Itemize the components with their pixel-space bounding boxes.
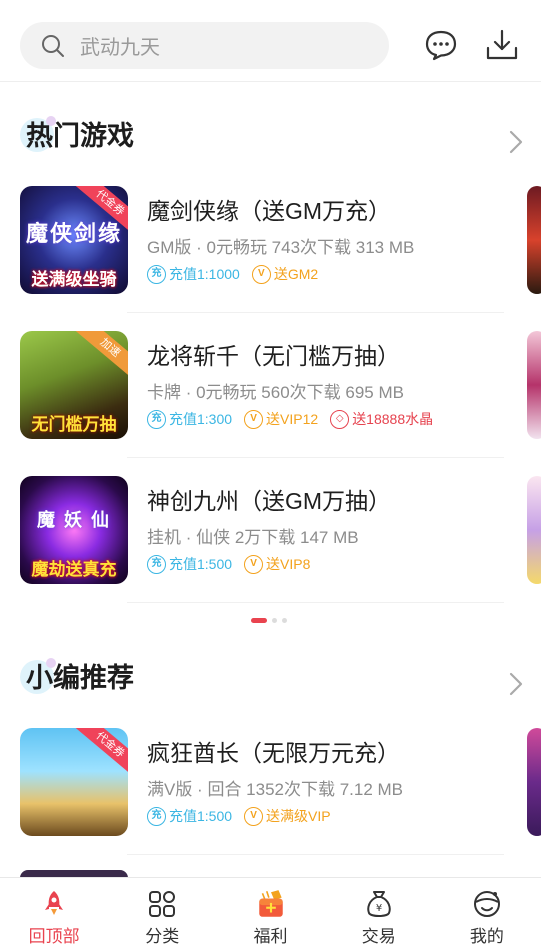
tag-text: 送VIP12 — [266, 411, 319, 427]
game-name: 魔剑侠缘（送GM万充） — [147, 198, 392, 224]
tag-text: 充值1:500 — [169, 808, 233, 824]
vip-icon: V — [244, 409, 264, 429]
section-title-text: 热门游戏 — [26, 121, 134, 151]
section-title-editor-picks: 小编推荐 — [20, 658, 134, 698]
download-icon[interactable] — [485, 28, 519, 62]
profile-icon — [473, 891, 500, 917]
next-game-peek[interactable] — [527, 476, 541, 584]
game-thumbnail: 魔侠剑缘 代金券 送满级坐骑 — [20, 186, 128, 294]
game-tags: 充充值1:500 V 送满级VIP — [147, 806, 343, 826]
nav-item-back-to-top[interactable]: 回顶部 — [0, 878, 108, 949]
recharge-tag: 充充值1:1000 — [147, 264, 240, 284]
nav-label: 分类 — [145, 927, 180, 946]
search-input[interactable]: 武动九天 — [20, 22, 389, 69]
game-thumbnail: 代金券 — [20, 728, 128, 836]
nav-label: 回顶部 — [28, 927, 80, 946]
nav-label: 我的 — [469, 927, 504, 946]
game-thumbnail: 魔 妖 仙 魔劫送真充 — [20, 476, 128, 584]
chevron-right-icon[interactable] — [507, 127, 525, 157]
divider — [127, 602, 504, 603]
search-placeholder: 武动九天 — [80, 37, 160, 59]
search-icon — [42, 34, 64, 57]
bottom-nav: 回顶部 分类 福利 ¥ 交易 我的 — [0, 877, 541, 949]
vip-icon: V — [244, 806, 264, 826]
thumbnail-caption: 送满级坐骑 — [31, 270, 117, 289]
game-item-fengkuangqiuzhang[interactable]: 代金券 疯狂酋长（无限万元充） 满V版 · 回合 1352次下载 7.12 MB… — [20, 728, 504, 838]
vip-tag: V 送满级VIP — [244, 806, 331, 826]
chevron-right-icon[interactable] — [507, 669, 525, 699]
nav-label: 福利 — [253, 927, 288, 946]
section-title-text: 小编推荐 — [26, 663, 134, 693]
svg-text:¥: ¥ — [376, 903, 382, 914]
game-meta: 满V版 · 回合 1352次下载 7.12 MB — [147, 780, 404, 799]
tag-text: 充值1:1000 — [169, 266, 240, 282]
vip-icon: V — [244, 554, 264, 574]
nav-item-category[interactable]: 分类 — [108, 878, 216, 949]
nav-label: 交易 — [361, 927, 396, 946]
game-item-longjiangzhanqian[interactable]: 加速 无门槛万抽 龙将斩千（无门槛万抽） 卡牌 · 0元畅玩 560次下载 69… — [20, 331, 504, 441]
next-game-peek[interactable] — [527, 728, 541, 836]
thumbnail-title: 魔 妖 仙 — [36, 510, 111, 530]
message-icon[interactable] — [424, 28, 458, 62]
nav-item-mine[interactable]: 我的 — [433, 878, 541, 949]
top-bar: 武动九天 — [0, 0, 541, 82]
pager-dot[interactable] — [282, 618, 287, 623]
game-name: 龙将斩千（无门槛万抽） — [147, 343, 400, 369]
next-game-peek[interactable] — [527, 331, 541, 439]
next-game-peek[interactable] — [527, 186, 541, 294]
speed-ribbon: 加速 — [73, 331, 128, 381]
game-item-mojianxiayuan[interactable]: 魔侠剑缘 代金券 送满级坐骑 魔剑侠缘（送GM万充） GM版 · 0元畅玩 74… — [20, 186, 504, 296]
section-title-hot-games: 热门游戏 — [20, 116, 134, 156]
game-name: 神创九州（送GM万抽） — [147, 488, 392, 514]
recharge-tag: 充充值1:300 — [147, 409, 232, 429]
game-meta: 卡牌 · 0元畅玩 560次下载 695 MB — [147, 383, 404, 402]
voucher-ribbon: 代金券 — [73, 728, 128, 778]
tag-text: 送GM2 — [273, 266, 319, 282]
vip-tag: V 送VIP8 — [244, 554, 310, 574]
gift-icon — [258, 890, 283, 917]
vip-tag: V 送GM2 — [251, 264, 319, 284]
game-tags: 充充值1:1000 V 送GM2 — [147, 264, 330, 284]
crystal-tag: ◇ 送18888水晶 — [330, 409, 433, 429]
game-meta: GM版 · 0元畅玩 743次下载 313 MB — [147, 238, 415, 257]
tag-text: 送VIP8 — [266, 556, 311, 572]
nav-item-trade[interactable]: ¥ 交易 — [325, 878, 433, 949]
game-name: 疯狂酋长（无限万元充） — [147, 740, 400, 766]
tag-text: 送18888水晶 — [352, 411, 434, 427]
vip-tag: V 送VIP12 — [244, 409, 318, 429]
recharge-tag: 充充值1:500 — [147, 554, 232, 574]
game-item-shenchuangjiuzhou[interactable]: 魔 妖 仙 魔劫送真充 神创九州（送GM万抽） 挂机 · 仙侠 2万下载 147… — [20, 476, 504, 586]
thumbnail-caption: 无门槛万抽 — [31, 415, 117, 434]
recharge-icon: 充 — [147, 409, 166, 429]
vip-icon: V — [251, 264, 271, 284]
pager-dot-active[interactable] — [251, 618, 267, 623]
divider — [127, 854, 504, 855]
grid-icon — [149, 891, 176, 917]
game-tags: 充充值1:300 V 送VIP12 ◇ 送18888水晶 — [147, 409, 445, 429]
game-meta: 挂机 · 仙侠 2万下载 147 MB — [147, 528, 359, 547]
pager-dot[interactable] — [272, 618, 277, 623]
carousel-pager — [251, 618, 292, 623]
recharge-icon: 充 — [147, 264, 166, 284]
divider — [127, 312, 504, 313]
rocket-icon — [45, 891, 64, 915]
thumbnail-caption: 魔劫送真充 — [31, 560, 117, 579]
nav-item-welfare[interactable]: 福利 — [216, 878, 324, 949]
thumbnail-title: 魔侠剑缘 — [25, 221, 122, 246]
crystal-icon: ◇ — [330, 409, 350, 429]
divider — [127, 457, 504, 458]
money-bag-icon: ¥ — [366, 891, 391, 917]
game-tags: 充充值1:500 V 送VIP8 — [147, 554, 322, 574]
recharge-icon: 充 — [147, 554, 166, 574]
tag-text: 充值1:300 — [169, 411, 233, 427]
tag-text: 充值1:500 — [169, 556, 233, 572]
tag-text: 送满级VIP — [266, 808, 331, 824]
game-thumbnail: 加速 无门槛万抽 — [20, 331, 128, 439]
recharge-icon: 充 — [147, 806, 166, 826]
recharge-tag: 充充值1:500 — [147, 806, 232, 826]
